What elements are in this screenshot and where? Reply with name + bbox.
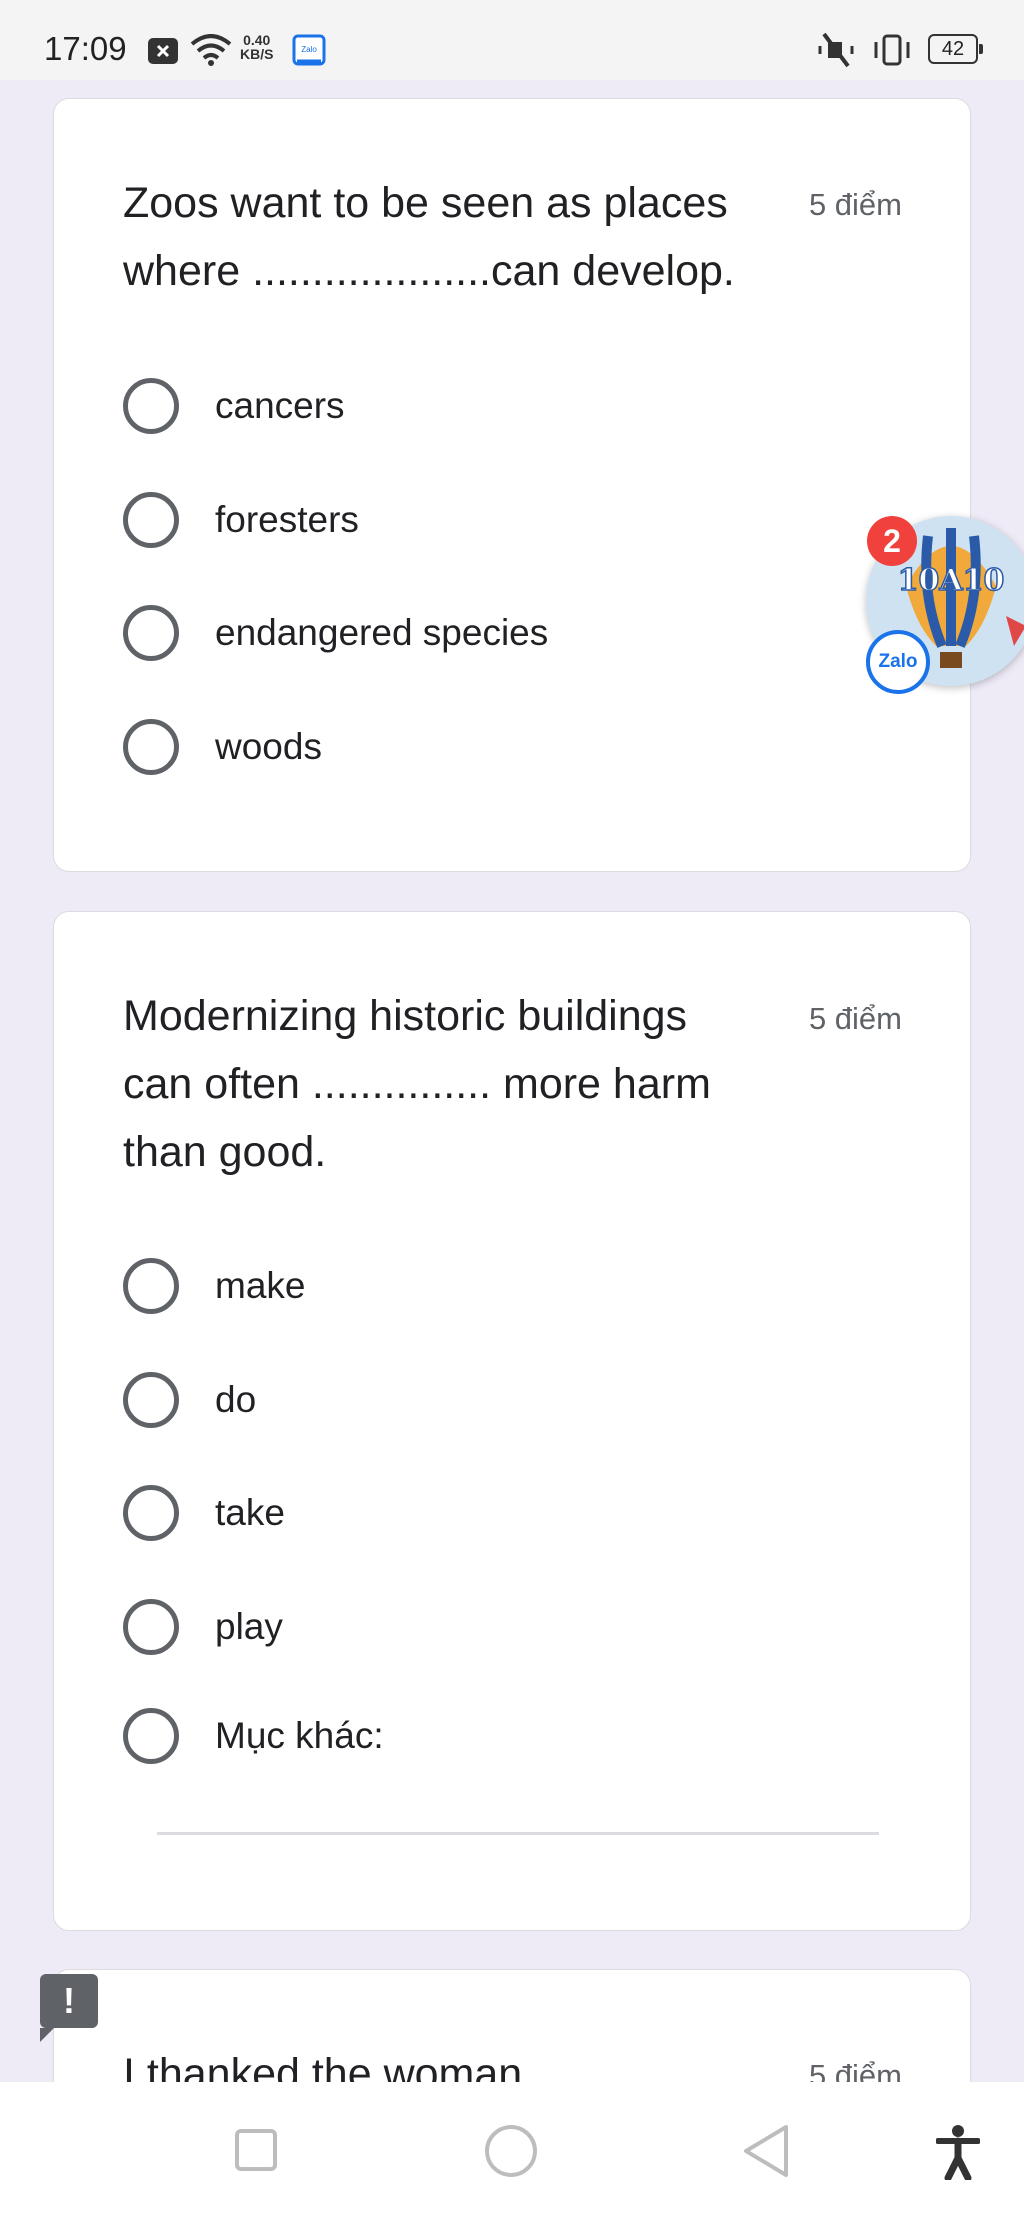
home-icon[interactable] bbox=[484, 2124, 538, 2183]
radio-button[interactable] bbox=[123, 492, 179, 548]
option-take[interactable]: take bbox=[123, 1483, 285, 1543]
question-line: Modernizing historic buildings bbox=[123, 992, 688, 1040]
status-bar: 17:09 0.40 KB/S Zalo 42 bbox=[0, 0, 1024, 80]
notification-x-icon bbox=[148, 38, 178, 69]
radio-button[interactable] bbox=[123, 1485, 179, 1541]
other-answer-input[interactable] bbox=[157, 1832, 879, 1835]
option-foresters[interactable]: foresters bbox=[123, 490, 359, 550]
report-problem-icon[interactable]: ! bbox=[40, 1974, 98, 2042]
accessibility-icon[interactable] bbox=[935, 2124, 981, 2185]
radio-button[interactable] bbox=[123, 1372, 179, 1428]
status-time: 17:09 bbox=[44, 30, 127, 67]
radio-button[interactable] bbox=[123, 1708, 179, 1764]
avatar-text: 10A10 bbox=[898, 563, 1005, 598]
points-label: 5 điểm bbox=[808, 187, 902, 222]
radio-button[interactable] bbox=[123, 605, 179, 661]
recent-apps-icon[interactable] bbox=[234, 2128, 278, 2177]
question-text: Modernizing historic buildings can often… bbox=[123, 982, 803, 1186]
option-play[interactable]: play bbox=[123, 1597, 283, 1657]
zalo-logo-icon: Zalo bbox=[866, 630, 930, 694]
unread-badge: 2 bbox=[867, 516, 917, 566]
option-other[interactable]: Mục khác: bbox=[123, 1706, 384, 1766]
question-line: Zoos want to be seen as places bbox=[123, 179, 728, 227]
option-woods[interactable]: woods bbox=[123, 717, 322, 777]
option-label: endangered species bbox=[215, 612, 549, 653]
option-label: cancers bbox=[215, 385, 345, 426]
battery-icon: 42 bbox=[928, 34, 983, 64]
radio-button[interactable] bbox=[123, 1599, 179, 1655]
option-label: play bbox=[215, 1606, 283, 1647]
wifi-icon bbox=[190, 34, 232, 71]
option-endangered-species[interactable]: endangered species bbox=[123, 603, 548, 663]
vibrate-icon bbox=[872, 32, 912, 73]
question-line: can often ............... more harm bbox=[123, 1060, 711, 1108]
question-line: than good. bbox=[123, 1128, 327, 1176]
option-label: foresters bbox=[215, 499, 359, 540]
vibrate-mute-icon bbox=[816, 32, 856, 73]
option-label: Mục khác: bbox=[215, 1715, 384, 1756]
network-speed-unit: KB/S bbox=[240, 46, 274, 62]
question-text: Zoos want to be seen as places where ...… bbox=[123, 169, 803, 305]
network-speed: 0.40 KB/S bbox=[240, 33, 273, 61]
option-label: do bbox=[215, 1379, 257, 1420]
option-cancers[interactable]: cancers bbox=[123, 376, 345, 436]
radio-button[interactable] bbox=[123, 1258, 179, 1314]
navigation-bar bbox=[0, 2082, 1024, 2217]
question-line: where ....................can develop. bbox=[123, 247, 735, 295]
back-icon[interactable] bbox=[742, 2124, 790, 2183]
option-label: take bbox=[215, 1492, 285, 1533]
points-label: 5 điểm bbox=[808, 1001, 902, 1036]
option-make[interactable]: make bbox=[123, 1256, 305, 1316]
option-label: make bbox=[215, 1265, 306, 1306]
zalo-app-icon: Zalo bbox=[292, 34, 326, 71]
question-card-1: Zoos want to be seen as places where ...… bbox=[53, 98, 971, 872]
svg-text:Zalo: Zalo bbox=[301, 45, 317, 54]
option-label: woods bbox=[215, 726, 322, 767]
radio-button[interactable] bbox=[123, 719, 179, 775]
question-card-2: Modernizing historic buildings can often… bbox=[53, 911, 971, 1931]
option-do[interactable]: do bbox=[123, 1370, 256, 1430]
radio-button[interactable] bbox=[123, 378, 179, 434]
